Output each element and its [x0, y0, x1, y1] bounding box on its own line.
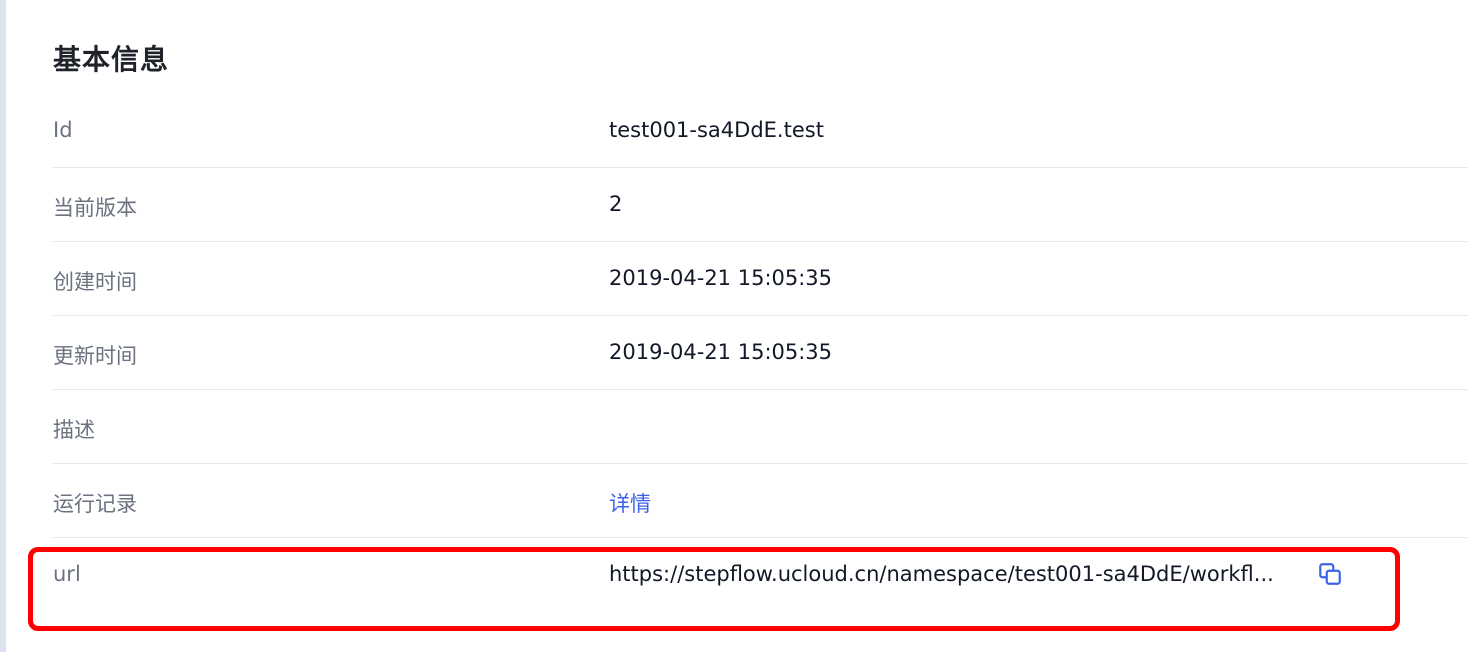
- detail-panel: 基本信息 Id test001-sa4DdE.test 当前版本 2 创建时间 …: [0, 0, 1468, 652]
- run-history-details-link[interactable]: 详情: [609, 488, 651, 518]
- info-row-url: url https://stepflow.ucloud.cn/namespace…: [53, 538, 1468, 611]
- info-table: Id test001-sa4DdE.test 当前版本 2 创建时间 2019-…: [53, 94, 1468, 611]
- run-history-label: 运行记录: [53, 492, 137, 516]
- id-value: test001-sa4DdE.test: [609, 118, 824, 142]
- version-label: 当前版本: [53, 196, 137, 220]
- url-label: url: [53, 562, 81, 586]
- section-title: 基本信息: [53, 43, 170, 76]
- version-value: 2: [609, 192, 623, 216]
- info-row-description: 描述: [53, 390, 1468, 464]
- copy-icon[interactable]: [1317, 561, 1343, 587]
- info-row-created: 创建时间 2019-04-21 15:05:35: [53, 242, 1468, 316]
- id-label: Id: [53, 118, 73, 142]
- info-row-id: Id test001-sa4DdE.test: [53, 94, 1468, 168]
- description-label: 描述: [53, 418, 95, 442]
- created-time-label: 创建时间: [53, 270, 137, 294]
- info-row-version: 当前版本 2: [53, 168, 1468, 242]
- info-row-run-history: 运行记录 详情: [53, 464, 1468, 538]
- info-row-updated: 更新时间 2019-04-21 15:05:35: [53, 316, 1468, 390]
- updated-time-label: 更新时间: [53, 344, 137, 368]
- url-value: https://stepflow.ucloud.cn/namespace/tes…: [609, 562, 1274, 586]
- panel-left-border: [0, 0, 6, 652]
- updated-time-value: 2019-04-21 15:05:35: [609, 340, 833, 364]
- created-time-value: 2019-04-21 15:05:35: [609, 266, 833, 290]
